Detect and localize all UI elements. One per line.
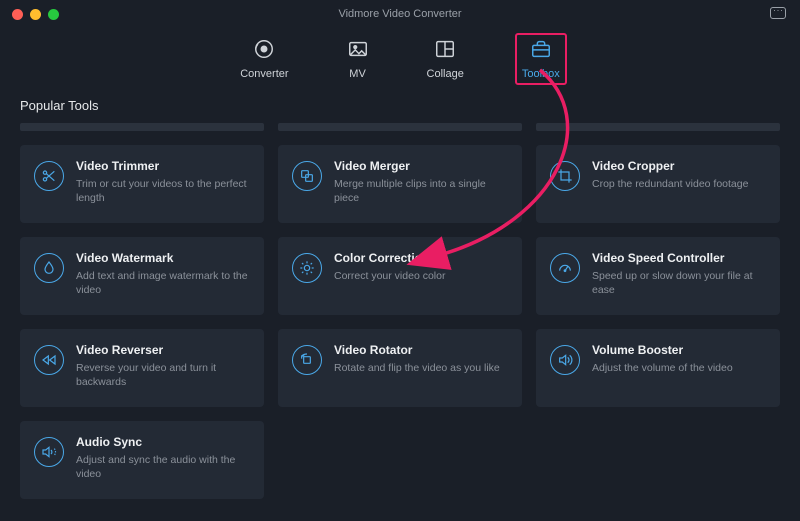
tab-label: Toolbox xyxy=(522,68,560,80)
tool-title: Video Rotator xyxy=(334,343,508,357)
volume-icon xyxy=(550,345,580,375)
tool-audio-sync[interactable]: Audio Sync Adjust and sync the audio wit… xyxy=(20,421,264,499)
tool-desc: Reverse your video and turn it backwards xyxy=(76,361,250,389)
tool-desc: Rotate and flip the video as you like xyxy=(334,361,508,375)
speedometer-icon xyxy=(550,253,580,283)
maximize-window-button[interactable] xyxy=(48,9,59,20)
tool-video-cropper[interactable]: Video Cropper Crop the redundant video f… xyxy=(536,145,780,223)
window-controls xyxy=(0,9,59,20)
tool-desc: Merge multiple clips into a single piece xyxy=(334,177,508,205)
tool-desc: Add text and image watermark to the vide… xyxy=(76,269,250,297)
tool-desc: Speed up or slow down your file at ease xyxy=(592,269,766,297)
placeholder-bars xyxy=(20,123,780,131)
scissors-icon xyxy=(34,161,64,191)
tab-collage[interactable]: Collage xyxy=(421,34,470,84)
tools-grid: Video Trimmer Trim or cut your videos to… xyxy=(20,145,780,499)
tool-title: Volume Booster xyxy=(592,343,766,357)
tool-volume-booster[interactable]: Volume Booster Adjust the volume of the … xyxy=(536,329,780,407)
placeholder-bar xyxy=(536,123,780,131)
titlebar: Vidmore Video Converter xyxy=(0,0,800,28)
tool-desc: Trim or cut your videos to the perfect l… xyxy=(76,177,250,205)
tool-title: Video Trimmer xyxy=(76,159,250,173)
minimize-window-button[interactable] xyxy=(30,9,41,20)
tool-title: Audio Sync xyxy=(76,435,250,449)
tab-mv[interactable]: MV xyxy=(341,34,375,84)
tool-title: Video Reverser xyxy=(76,343,250,357)
tool-title: Color Correction xyxy=(334,251,508,265)
tool-video-reverser[interactable]: Video Reverser Reverse your video and tu… xyxy=(20,329,264,407)
tool-video-merger[interactable]: Video Merger Merge multiple clips into a… xyxy=(278,145,522,223)
placeholder-bar xyxy=(20,123,264,131)
main-tabs: Converter MV Collage Toolb xyxy=(0,28,800,98)
app-title: Vidmore Video Converter xyxy=(338,8,461,20)
toolbox-icon xyxy=(530,38,552,63)
tool-color-correction[interactable]: Color Correction Correct your video colo… xyxy=(278,237,522,315)
collage-icon xyxy=(434,38,456,63)
tool-video-trimmer[interactable]: Video Trimmer Trim or cut your videos to… xyxy=(20,145,264,223)
mv-icon xyxy=(347,38,369,63)
tab-label: Collage xyxy=(427,68,464,80)
merge-icon xyxy=(292,161,322,191)
rewind-icon xyxy=(34,345,64,375)
placeholder-bar xyxy=(278,123,522,131)
tool-video-rotator[interactable]: Video Rotator Rotate and flip the video … xyxy=(278,329,522,407)
tab-label: Converter xyxy=(240,68,288,80)
tool-desc: Crop the redundant video footage xyxy=(592,177,766,191)
tool-title: Video Watermark xyxy=(76,251,250,265)
brightness-icon xyxy=(292,253,322,283)
converter-icon xyxy=(253,38,275,63)
tool-desc: Correct your video color xyxy=(334,269,508,283)
tab-toolbox[interactable]: Toolbox xyxy=(516,34,566,84)
tool-desc: Adjust the volume of the video xyxy=(592,361,766,375)
tool-title: Video Speed Controller xyxy=(592,251,766,265)
content-area: Popular Tools Video Trimmer Trim or cut … xyxy=(0,98,800,519)
rotate-icon xyxy=(292,345,322,375)
tab-converter[interactable]: Converter xyxy=(234,34,294,84)
tool-desc: Adjust and sync the audio with the video xyxy=(76,453,250,481)
close-window-button[interactable] xyxy=(12,9,23,20)
tool-title: Video Cropper xyxy=(592,159,766,173)
tool-video-speed-controller[interactable]: Video Speed Controller Speed up or slow … xyxy=(536,237,780,315)
section-title: Popular Tools xyxy=(20,98,780,113)
tool-video-watermark[interactable]: Video Watermark Add text and image water… xyxy=(20,237,264,315)
crop-icon xyxy=(550,161,580,191)
droplet-icon xyxy=(34,253,64,283)
audio-sync-icon xyxy=(34,437,64,467)
tool-title: Video Merger xyxy=(334,159,508,173)
tab-label: MV xyxy=(349,68,366,80)
feedback-icon[interactable] xyxy=(770,7,786,19)
